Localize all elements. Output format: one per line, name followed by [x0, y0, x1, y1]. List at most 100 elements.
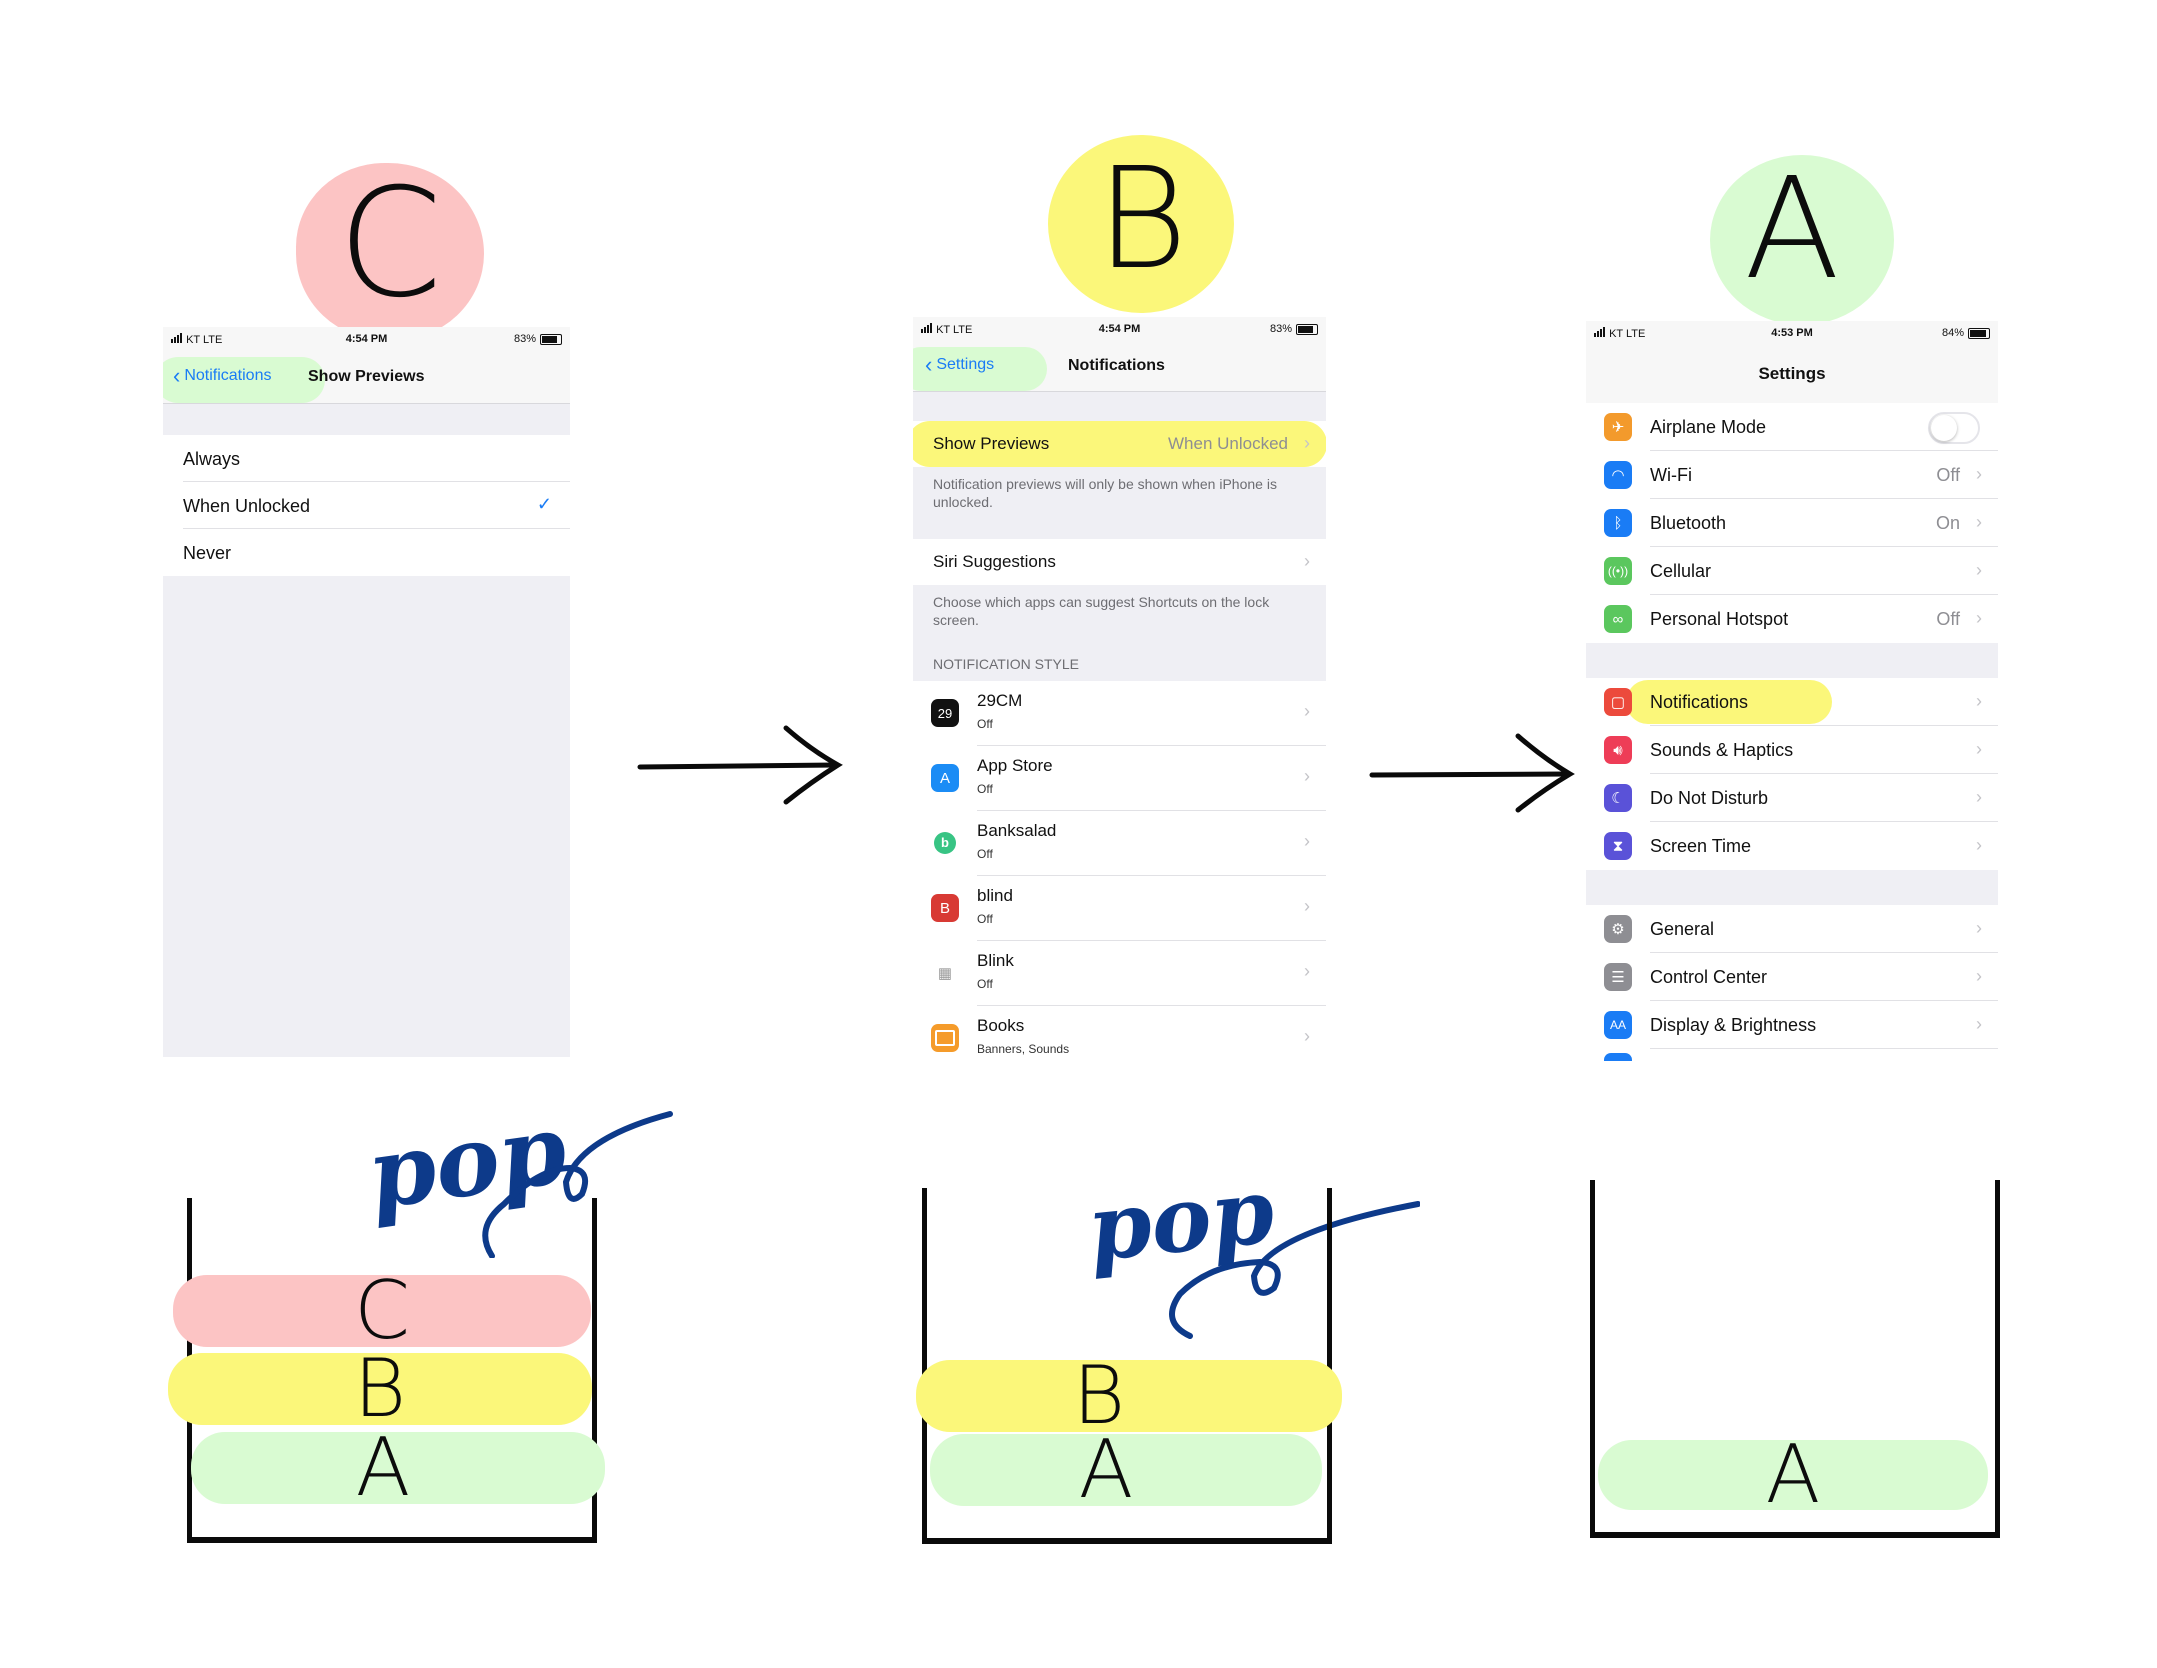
battery-percent: 84%: [1941, 327, 1964, 339]
status-bar: KT LTE 4:53 PM 84%: [1586, 321, 1998, 347]
battery: 84%: [1942, 327, 1990, 339]
battery-icon: [1968, 327, 1990, 339]
app-row-app-store[interactable]: A App Store Off ›: [913, 746, 1326, 811]
stack-3-item-a: A: [1598, 1435, 1988, 1515]
29cm-icon: 29: [931, 699, 959, 727]
stack-item-label: B: [1072, 1349, 1126, 1442]
battery-percent: 83%: [1269, 323, 1292, 335]
control-center-icon: ☰: [1604, 963, 1632, 991]
stack-1-item-a: A: [191, 1421, 605, 1514]
stack-item-label: A: [1078, 1423, 1134, 1516]
chevron-right-icon: ›: [1304, 1026, 1310, 1046]
moon-icon: ☾: [1604, 784, 1632, 812]
airplane-mode-toggle[interactable]: [1928, 412, 1980, 444]
arrow-right-icon: [1369, 733, 1575, 813]
row-label: Screen Time: [1650, 836, 1752, 856]
app-store-icon: A: [931, 764, 959, 792]
settings-row-screen-time[interactable]: ⧗ Screen Time ›: [1586, 822, 1998, 870]
settings-row-cellular[interactable]: ((•)) Cellular ›: [1586, 547, 1998, 595]
partial-icon: [1604, 1053, 1632, 1061]
airplane-icon: ✈: [1604, 413, 1632, 441]
settings-row-personal-hotspot[interactable]: ∞ Personal Hotspot Off ›: [1586, 595, 1998, 643]
row-value: Off: [1936, 465, 1960, 485]
book-shape: [935, 1030, 955, 1046]
screen-a-settings: KT LTE 4:53 PM 84% Settings ✈ Airplane M…: [1586, 321, 1998, 1061]
row-label: Control Center: [1650, 967, 1768, 987]
settings-row-general[interactable]: ⚙ General ›: [1586, 905, 1998, 953]
battery: 83%: [1270, 323, 1318, 335]
chevron-right-icon: ›: [1976, 739, 1982, 759]
chevron-right-icon: ›: [1976, 966, 1982, 986]
nav-bar: Settings: [1586, 347, 1998, 404]
display-icon: AA: [1604, 1011, 1632, 1039]
row-label: Airplane Mode: [1650, 417, 1767, 437]
chevron-right-icon: ›: [1976, 691, 1982, 711]
option-when-unlocked[interactable]: When Unlocked ✓: [163, 482, 570, 529]
page-title: Settings: [1758, 364, 1826, 383]
app-status: Banners, Sounds: [977, 1042, 1070, 1056]
status-time: 4:54 PM: [1098, 323, 1141, 335]
show-previews-value: When Unlocked: [1167, 434, 1288, 453]
back-button[interactable]: ‹ Notifications: [173, 365, 272, 387]
back-label: Settings: [936, 356, 995, 373]
app-status: Off: [977, 782, 993, 796]
settings-row-notifications[interactable]: ▢ Notifications ›: [1586, 678, 1998, 726]
app-name: Books: [977, 1016, 1025, 1035]
settings-row-bluetooth[interactable]: ᛒ Bluetooth On ›: [1586, 499, 1998, 547]
siri-suggestions-row[interactable]: Siri Suggestions ›: [913, 539, 1326, 585]
chevron-right-icon: ›: [1304, 551, 1310, 571]
settings-row-control-center[interactable]: ☰ Control Center ›: [1586, 953, 1998, 1001]
screen-c-show-previews: KT LTE 4:54 PM 83% ‹ Notifications Show …: [163, 327, 570, 1057]
row-value: On: [1935, 513, 1960, 533]
back-button[interactable]: ‹ Settings: [925, 354, 995, 376]
option-never[interactable]: Never: [163, 529, 570, 576]
app-name: 29CM: [977, 691, 1023, 710]
app-status: Off: [977, 717, 993, 731]
app-row-blind[interactable]: B blind Off ›: [913, 876, 1326, 941]
stack-2-item-b: B: [916, 1349, 1342, 1442]
row-label: Cellular: [1650, 561, 1712, 581]
hotspot-icon: ∞: [1604, 605, 1632, 633]
chevron-right-icon: ›: [1304, 896, 1310, 916]
app-row-29cm[interactable]: 29 29CM Off ›: [913, 681, 1326, 746]
status-time: 4:54 PM: [345, 333, 388, 345]
row-label: Bluetooth: [1650, 513, 1727, 533]
chevron-right-icon: ›: [1304, 766, 1310, 786]
hourglass-icon: ⧗: [1604, 832, 1632, 860]
back-label: Notifications: [184, 367, 272, 384]
chevron-right-icon: ›: [1976, 1014, 1982, 1034]
app-row-books[interactable]: Books Banners, Sounds ›: [913, 1006, 1326, 1057]
siri-note: Choose which apps can suggest Shortcuts …: [933, 594, 1270, 628]
row-label: Wi-Fi: [1650, 465, 1692, 485]
app-status: Off: [977, 912, 993, 926]
notifications-icon: ▢: [1604, 688, 1632, 716]
banksalad-glyph: b: [934, 832, 956, 854]
blind-icon: B: [931, 894, 959, 922]
page-title: Notifications: [1068, 357, 1165, 374]
settings-row-airplane-mode[interactable]: ✈ Airplane Mode: [1586, 403, 1998, 451]
app-status: Off: [977, 847, 993, 861]
books-icon: [931, 1024, 959, 1052]
chevron-right-icon: ›: [1304, 961, 1310, 981]
settings-row-partial: [1586, 1049, 1998, 1061]
screen-b-notifications: KT LTE 4:54 PM 83% ‹ Settings Notificati…: [913, 317, 1326, 1057]
app-row-banksalad[interactable]: b Banksalad Off ›: [913, 811, 1326, 876]
label-c: C: [337, 157, 443, 331]
battery-icon: [1296, 323, 1318, 335]
app-row-blink[interactable]: ▦ Blink Off ›: [913, 941, 1326, 1006]
settings-row-display-brightness[interactable]: AA Display & Brightness ›: [1586, 1001, 1998, 1049]
show-previews-row[interactable]: Show Previews When Unlocked ›: [913, 421, 1326, 467]
settings-row-wifi[interactable]: ◠ Wi-Fi Off ›: [1586, 451, 1998, 499]
chevron-right-icon: ›: [1976, 835, 1982, 855]
option-always[interactable]: Always: [163, 435, 570, 482]
chevron-right-icon: ›: [1976, 608, 1982, 628]
stack-item-label: A: [355, 1421, 411, 1514]
settings-row-sounds-haptics[interactable]: 🔊︎ Sounds & Haptics ›: [1586, 726, 1998, 774]
stack-item-label: B: [353, 1342, 407, 1435]
section-header: NOTIFICATION STYLE: [933, 656, 1079, 672]
bluetooth-icon: ᛒ: [1604, 509, 1632, 537]
siri-suggestions-label: Siri Suggestions: [933, 552, 1056, 571]
option-label: Never: [183, 543, 232, 563]
settings-row-do-not-disturb[interactable]: ☾ Do Not Disturb ›: [1586, 774, 1998, 822]
status-time: 4:53 PM: [1771, 327, 1813, 339]
